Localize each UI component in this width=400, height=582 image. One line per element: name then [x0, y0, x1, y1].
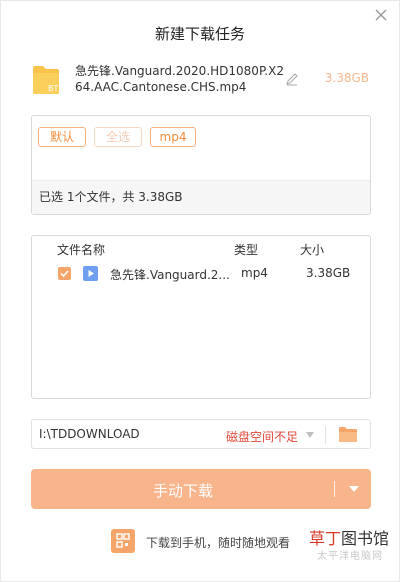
row-checkbox[interactable]	[58, 267, 71, 280]
column-header-size: 大小	[300, 243, 325, 257]
edit-icon[interactable]	[285, 72, 299, 86]
new-download-dialog: 新建下载任务 BT 急先锋.Vanguard.2020.HD1080P.X264…	[0, 0, 400, 582]
selection-summary: 已选 1个文件，共 3.38GB	[32, 180, 370, 214]
watermark-logo: 草丁图书馆	[309, 525, 389, 549]
dialog-title: 新建下载任务	[154, 25, 245, 43]
close-icon[interactable]	[373, 7, 389, 23]
file-table: 文件名称 类型 大小 急先锋.Vanguard.2... mp4 3.38GB	[31, 235, 371, 399]
phone-download-icon[interactable]	[111, 529, 135, 553]
watermark: 草丁图书馆 太平洋电脑网	[297, 525, 389, 565]
column-header-name: 文件名称	[57, 243, 106, 257]
button-divider	[334, 481, 335, 497]
table-row[interactable]: 急先锋.Vanguard.2... mp4 3.38GB	[32, 263, 370, 285]
tag-select-all[interactable]: 全选	[94, 127, 142, 147]
file-header: BT 急先锋.Vanguard.2020.HD1080P.X264.AAC.Ca…	[31, 61, 369, 101]
tag-mp4[interactable]: mp4	[150, 127, 196, 147]
column-header-type: 类型	[234, 243, 259, 257]
filter-panel: 默认 全选 mp4 已选 1个文件，共 3.38GB	[31, 115, 371, 215]
chevron-down-icon[interactable]	[306, 432, 314, 438]
row-file-type: mp4	[241, 266, 268, 280]
tag-default[interactable]: 默认	[38, 127, 86, 147]
watermark-part2: 图书馆	[340, 529, 389, 548]
disk-space-warning: 磁盘空间不足	[225, 430, 298, 444]
download-button-label: 手动下载	[152, 482, 213, 500]
chevron-down-icon[interactable]	[349, 486, 359, 492]
folder-icon[interactable]	[338, 426, 358, 443]
filter-tags: 默认 全选 mp4	[38, 127, 196, 147]
path-divider	[325, 426, 326, 444]
download-to-phone-text: 下载到手机，随时随地观看	[146, 536, 291, 550]
save-path-value[interactable]: I:\TDDOWNLOAD	[39, 427, 140, 441]
row-file-name: 急先锋.Vanguard.2...	[110, 268, 230, 282]
bt-badge: BT	[48, 84, 59, 93]
watermark-part1: 草丁	[308, 529, 341, 548]
watermark-sub: 太平洋电脑网	[317, 551, 383, 562]
total-size: 3.38GB	[324, 71, 369, 85]
manual-download-button[interactable]: 手动下载	[31, 469, 371, 509]
save-path-field[interactable]: I:\TDDOWNLOAD 磁盘空间不足	[31, 419, 371, 449]
torrent-file-name: 急先锋.Vanguard.2020.HD1080P.X264.AAC.Canto…	[75, 64, 284, 94]
video-file-icon	[83, 266, 98, 281]
row-file-size: 3.38GB	[306, 266, 351, 280]
